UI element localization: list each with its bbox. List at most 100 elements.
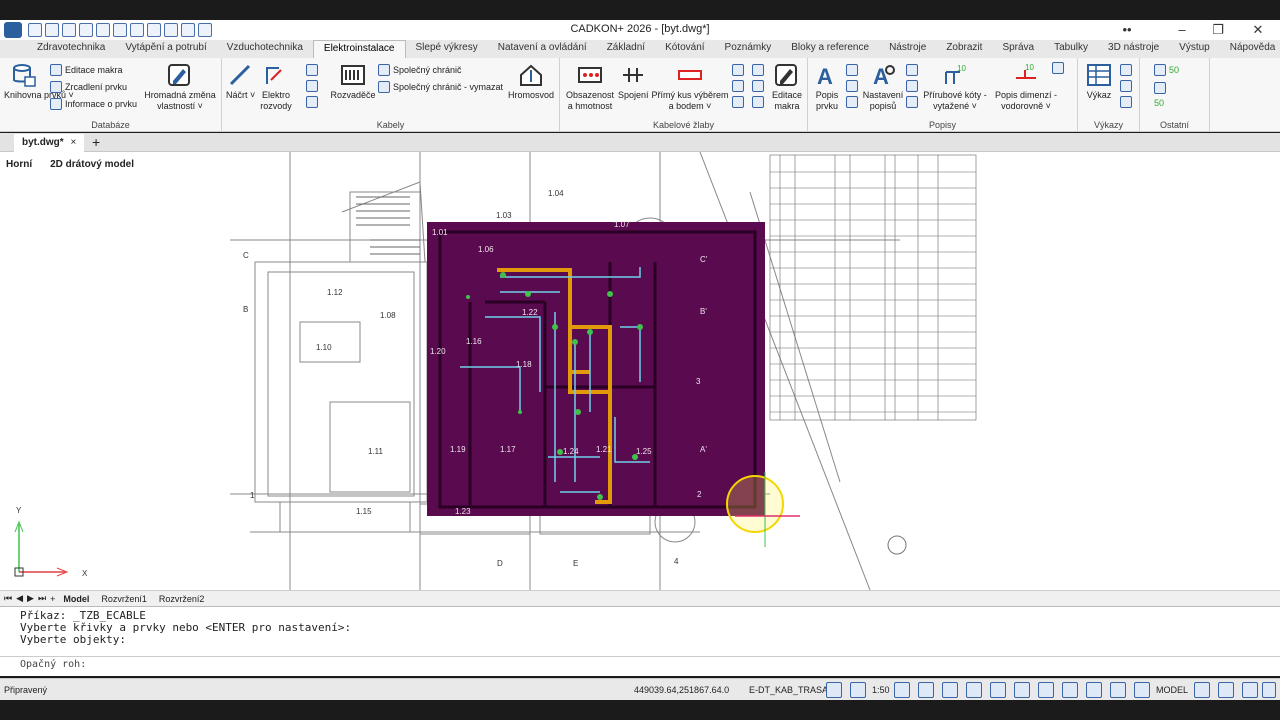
rozvadece-button[interactable]: Rozvaděče [328, 62, 378, 101]
close-tab-icon[interactable]: × [70, 137, 76, 148]
popis-prvku-button[interactable]: A Popis prvku [812, 62, 842, 112]
performance-icon[interactable] [1242, 682, 1258, 698]
settings-icon[interactable] [1194, 682, 1210, 698]
tab-rozvrzeni2[interactable]: Rozvržení2 [155, 594, 209, 604]
scale[interactable]: 1:50 [872, 685, 890, 695]
hromosvod-button[interactable]: Hromosvod [506, 62, 556, 101]
tab-rozvrzeni1[interactable]: Rozvržení1 [97, 594, 151, 604]
tab-správa[interactable]: Správa [992, 40, 1044, 58]
report-tool-icon[interactable] [1120, 64, 1132, 76]
report-tool-icon[interactable] [1120, 96, 1132, 108]
cable-tool-icon[interactable] [306, 80, 318, 92]
primy-kus-button[interactable]: Přímý kus výběrem a bodem ˅ [650, 62, 730, 112]
drawing-viewport[interactable]: Horní 2D drátový model 1.04 1.03 1.01 1.… [0, 152, 1280, 590]
tray-tool-icon[interactable] [752, 96, 764, 108]
clock-icon[interactable] [1038, 682, 1054, 698]
spojeni-button[interactable]: Spojení [618, 62, 649, 101]
grid-toggle-icon[interactable] [942, 682, 958, 698]
dynamic-input-icon[interactable] [1062, 682, 1078, 698]
ostatni-lines-button[interactable] [1154, 82, 1166, 94]
tray-tool-icon[interactable] [732, 96, 744, 108]
add-layout-icon[interactable]: + [50, 594, 55, 604]
snap-icon[interactable] [894, 682, 910, 698]
cable-tool-icon[interactable] [306, 64, 318, 76]
report-tool-icon[interactable] [1120, 80, 1132, 92]
tab-kótování[interactable]: Kótování [655, 40, 714, 58]
osnap-icon[interactable] [966, 682, 982, 698]
ostatni-grid-button[interactable]: 50 [1154, 64, 1179, 76]
tab-nápověda[interactable]: Nápověda [1220, 40, 1280, 58]
tab-poznámky[interactable]: Poznámky [715, 40, 782, 58]
nav-next-icon[interactable]: ▶ [27, 593, 34, 604]
editace-makra-zlaby-button[interactable]: Editace makra [768, 62, 806, 112]
label-tool-icon[interactable] [906, 80, 918, 92]
polar-icon[interactable] [918, 682, 934, 698]
nastaveni-popisu-button[interactable]: A Nastavení popisů [862, 62, 904, 112]
room-label: 1.07 [614, 220, 630, 229]
label-tool-icon[interactable] [846, 96, 858, 108]
room-label: A' [700, 445, 707, 454]
selected-region [427, 222, 765, 516]
tab-vzduchotechnika[interactable]: Vzduchotechnika [217, 40, 313, 58]
vykaz-button[interactable]: Výkaz [1082, 62, 1116, 101]
customize-icon[interactable] [1262, 682, 1276, 698]
elektro-rozvody-button[interactable]: Elektro rozvody [256, 62, 296, 112]
tab-zdravotechnika[interactable]: Zdravotechnika [27, 40, 115, 58]
command-input[interactable]: Opačný roh: [0, 656, 1280, 676]
tab-3d-nástroje[interactable]: 3D nástroje [1098, 40, 1169, 58]
nacrt-button[interactable]: Náčrt ˅ [226, 62, 255, 101]
annotation-icon[interactable] [850, 682, 866, 698]
pen-icon[interactable] [1052, 62, 1064, 74]
nav-last-icon[interactable]: ⏭ [38, 593, 46, 604]
space-mode[interactable]: MODEL [1156, 685, 1188, 695]
tab-vytápění-a-potrubí[interactable]: Vytápění a potrubí [115, 40, 216, 58]
editace-makra-button[interactable]: Editace makra [50, 64, 123, 76]
lineweight-icon[interactable] [990, 682, 1006, 698]
close-button[interactable]: ✕ [1248, 22, 1268, 38]
knihovna-prvku-button[interactable]: Knihovna prvků ˅ [4, 62, 74, 101]
spolecny-chranic-vymazat-button[interactable]: Společný chránič - vymazat [378, 81, 503, 93]
tab-výstup[interactable]: Výstup [1169, 40, 1220, 58]
hromadna-zmena-button[interactable]: Hromadná změna vlastností ˅ [142, 62, 218, 112]
obsazenost-button[interactable]: Obsazenost a hmotnost [564, 62, 616, 112]
nav-first-icon[interactable]: ⏮ [4, 593, 12, 604]
label-tool-icon[interactable] [846, 64, 858, 76]
tab-natavení-a-ovládání[interactable]: Natavení a ovládání [488, 40, 597, 58]
spolecny-chranic-button[interactable]: Společný chránič [378, 64, 462, 76]
crosshair-icon[interactable] [1086, 682, 1102, 698]
cable-tool-icon[interactable] [306, 96, 318, 108]
doc-tab-byt[interactable]: byt.dwg* × [14, 134, 85, 152]
informace-o-prvku-button[interactable]: Informace o prvku [50, 98, 137, 110]
minimize-button[interactable]: – [1172, 22, 1192, 37]
nav-prev-icon[interactable]: ◀ [16, 593, 23, 604]
ortho-icon[interactable] [826, 682, 842, 698]
label-tool-icon[interactable] [846, 80, 858, 92]
zrcadleni-prvku-button[interactable]: Zrcadlení prvku [50, 81, 127, 93]
tray-tool-icon[interactable] [732, 80, 744, 92]
label-tool-icon[interactable] [906, 96, 918, 108]
tab-zobrazit[interactable]: Zobrazit [936, 40, 992, 58]
label-tool-icon[interactable] [906, 64, 918, 76]
room-label: C' [700, 255, 708, 264]
tab-bloky-a-reference[interactable]: Bloky a reference [781, 40, 879, 58]
quick-props-icon[interactable] [1134, 682, 1150, 698]
workspace-icon[interactable] [1218, 682, 1234, 698]
info-icon [50, 98, 62, 110]
tab-slepé-výkresy[interactable]: Slepé výkresy [406, 40, 488, 58]
restore-button[interactable]: ❐ [1208, 22, 1228, 38]
tray-tool-icon[interactable] [732, 64, 744, 76]
tab-model[interactable]: Model [59, 594, 93, 604]
prirubove-koty-button[interactable]: 10 Přírubové kóty - vytažené ˅ [922, 62, 988, 112]
tray-tool-icon[interactable] [752, 64, 764, 76]
tab-elektroinstalace[interactable]: Elektroinstalace [312, 40, 406, 58]
selection-cycling-icon[interactable] [1110, 682, 1126, 698]
tab-základní[interactable]: Základní [597, 40, 655, 58]
tab-tabulky[interactable]: Tabulky [1044, 40, 1098, 58]
tab-nástroje[interactable]: Nástroje [879, 40, 936, 58]
transparency-icon[interactable] [1014, 682, 1030, 698]
tray-tool-icon[interactable] [752, 80, 764, 92]
current-layer[interactable]: E-DT_KAB_TRASA [749, 685, 828, 695]
add-tab-button[interactable]: + [92, 134, 100, 150]
tray-icon[interactable]: •• [1117, 22, 1137, 37]
ostatni-scale-button[interactable]: 50 [1154, 98, 1164, 108]
